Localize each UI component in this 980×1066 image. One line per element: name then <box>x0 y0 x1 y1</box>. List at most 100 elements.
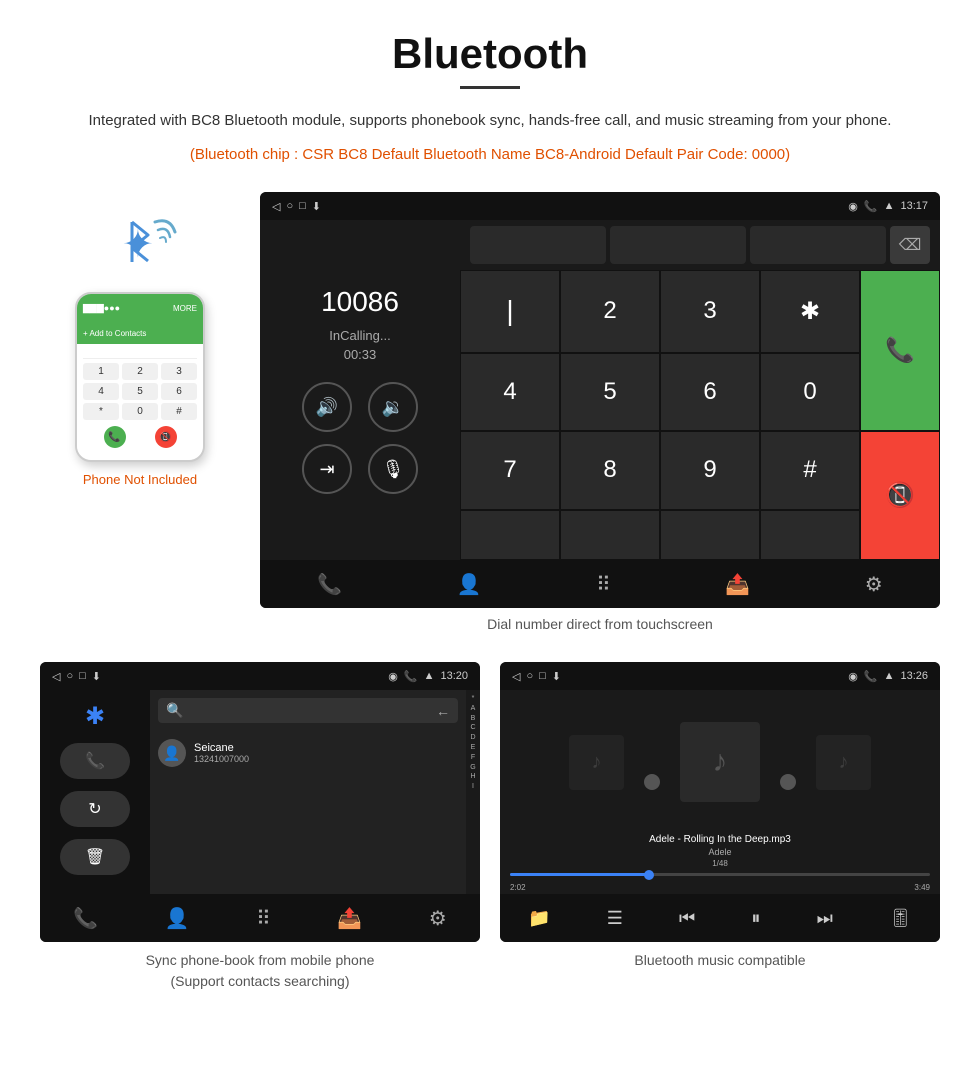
pb-alpha-b[interactable]: B <box>471 714 476 724</box>
pb-alpha-f[interactable]: F <box>471 753 475 763</box>
switch-icon: ⇥ <box>319 459 334 480</box>
pb-nav-keypad[interactable]: ⠿ <box>256 906 271 931</box>
pb-nav-settings[interactable]: ⚙ <box>429 906 447 931</box>
music-status-left: ◁ ○ □ ⬇ <box>512 670 561 683</box>
backspace-icon: ⌫ <box>899 235 922 255</box>
pb-alpha-c[interactable]: C <box>470 723 475 733</box>
pb-home-icon: ○ <box>66 670 73 682</box>
nav-settings-icon[interactable]: ⚙ <box>865 572 883 597</box>
key-0[interactable]: 0 <box>760 353 860 432</box>
key-hash[interactable]: # <box>760 431 860 510</box>
pb-alpha-d[interactable]: D <box>470 733 475 743</box>
pk-key-2: 2 <box>122 363 158 380</box>
music-disc-center <box>644 774 660 790</box>
phone-call-button[interactable]: 📞 <box>104 426 126 448</box>
key-8[interactable]: 8 <box>560 431 660 510</box>
key-star[interactable]: ✱ <box>760 270 860 353</box>
dial-input-box2 <box>610 226 746 264</box>
pb-alpha-star[interactable]: * <box>472 694 475 704</box>
phone-not-included-label: Phone Not Included <box>83 472 197 487</box>
pb-alpha-i[interactable]: I <box>472 782 474 792</box>
mute-button[interactable]: 🎙 <box>368 444 418 494</box>
pb-right-panel: 🔍 ← 👤 Seicane 13241007000 <box>150 690 480 894</box>
pb-alphabet-index: * A B C D E F G H I <box>466 690 480 894</box>
call-red-button[interactable]: 📵 <box>860 431 940 560</box>
title-underline <box>460 86 520 89</box>
key-7[interactable]: 7 <box>460 431 560 510</box>
music-progress-bar[interactable] <box>510 873 930 876</box>
location-icon: ◉ <box>848 200 858 213</box>
pk-key-5: 5 <box>122 383 158 400</box>
pb-contact-name: Seicane <box>194 742 458 754</box>
dial-status-text: InCalling... <box>329 328 390 343</box>
switch-button[interactable]: ⇥ <box>302 444 352 494</box>
phone-keypad: 1 2 3 4 5 6 * 0 # 📞 <box>77 344 203 460</box>
pb-call-btn[interactable]: 📞 <box>60 743 130 779</box>
phone-keypad-grid: 1 2 3 4 5 6 * 0 # <box>83 363 197 420</box>
pb-alpha-h[interactable]: H <box>470 772 475 782</box>
description-text: Integrated with BC8 Bluetooth module, su… <box>40 109 940 133</box>
pb-alpha-g[interactable]: G <box>470 763 475 773</box>
music-screen[interactable]: ◁ ○ □ ⬇ ◉ 📞 ▲ 13:26 <box>500 662 940 942</box>
key-6[interactable]: 6 <box>660 353 760 432</box>
phonebook-screen[interactable]: ◁ ○ □ ⬇ ◉ 📞 ▲ 13:20 <box>40 662 480 942</box>
key-3[interactable]: 3 <box>660 270 760 353</box>
pb-bt-symbol: ✱ <box>85 702 105 731</box>
phone-top-bar: ▇▇▇●●● MORE <box>77 294 203 322</box>
music-art-row: ♪ ♪ ♪ <box>500 690 940 834</box>
pk-key-3: 3 <box>161 363 197 380</box>
back-nav-icon: ◁ <box>272 200 280 213</box>
call-icon: 📞 <box>108 432 120 443</box>
key-2[interactable]: 2 <box>560 270 660 353</box>
pb-body: ✱ 📞 ↻ 🗑 <box>40 690 480 894</box>
key-4[interactable]: 4 <box>460 353 560 432</box>
dial-right-panel: ⌫ | 2 3 ✱ 📞 <box>460 220 940 560</box>
music-folder-icon[interactable]: 📁 <box>528 908 550 929</box>
pb-nav-contacts[interactable]: 👤 <box>165 906 190 931</box>
pb-contact-item-1[interactable]: 👤 Seicane 13241007000 <box>158 733 458 773</box>
music-play-pause-icon[interactable]: ⏸ <box>751 908 760 929</box>
nav-contacts-icon[interactable]: 👤 <box>457 572 482 597</box>
pb-delete-btn[interactable]: 🗑 <box>60 839 130 875</box>
music-progress-section <box>500 873 940 881</box>
pb-contact-details: Seicane 13241007000 <box>194 742 458 764</box>
dial-btn-row-1: 🔊 🔉 <box>302 382 418 432</box>
status-bar-right: ◉ 📞 ▲ 13:17 <box>848 200 928 213</box>
music-body: ♪ ♪ ♪ Adele - Rolling In the Deep.m <box>500 690 940 894</box>
keypad-main-grid: | 2 3 ✱ 📞 4 5 6 0 <box>460 270 940 560</box>
page-container: Bluetooth Integrated with BC8 Bluetooth … <box>0 0 980 1042</box>
pb-recent-icon: □ <box>79 670 86 682</box>
pb-refresh-btn[interactable]: ↻ <box>60 791 130 827</box>
music-home-icon: ○ <box>526 670 533 682</box>
volume-down-button[interactable]: 🔉 <box>368 382 418 432</box>
key-9[interactable]: 9 <box>660 431 760 510</box>
nav-phone-icon[interactable]: 📞 <box>317 572 342 597</box>
music-status-right: ◉ 📞 ▲ 13:26 <box>848 670 928 683</box>
music-equalizer-icon[interactable]: 🎚 <box>889 908 912 929</box>
key-1[interactable]: | <box>460 270 560 353</box>
music-prev-icon[interactable]: ⏮ <box>679 908 695 929</box>
pb-nav-message[interactable]: 📤 <box>337 906 362 931</box>
pb-nav-phone[interactable]: 📞 <box>73 906 98 931</box>
volume-up-button[interactable]: 🔊 <box>302 382 352 432</box>
music-time-current: 2:02 <box>510 883 526 892</box>
pb-alpha-a[interactable]: A <box>471 704 476 714</box>
music-next-icon[interactable]: ⏭ <box>817 908 833 929</box>
phone-end-button[interactable]: 📵 <box>155 426 177 448</box>
key-5[interactable]: 5 <box>560 353 660 432</box>
music-list-icon[interactable]: ☰ <box>607 908 623 929</box>
nav-message-icon[interactable]: 📤 <box>725 572 750 597</box>
clock-display: 13:17 <box>900 200 928 212</box>
dial-android-screen[interactable]: ◁ ○ □ ⬇ ◉ 📞 ▲ 13:17 <box>260 192 940 608</box>
music-location-icon: ◉ <box>848 670 858 683</box>
music-note-icon-small-right: ♪ <box>839 751 849 774</box>
dial-input-row: ⌫ <box>460 220 940 270</box>
pb-alpha-e[interactable]: E <box>471 743 476 753</box>
call-green-button[interactable]: 📞 <box>860 270 940 431</box>
music-status-bar: ◁ ○ □ ⬇ ◉ 📞 ▲ 13:26 <box>500 662 940 690</box>
nav-keypad-icon[interactable]: ⠿ <box>596 572 611 597</box>
pb-caption-line1: Sync phone-book from mobile phone <box>146 952 375 968</box>
backspace-button[interactable]: ⌫ <box>890 226 930 264</box>
pb-clock: 13:20 <box>440 670 468 682</box>
pb-back-arrow[interactable]: ← <box>436 703 450 719</box>
